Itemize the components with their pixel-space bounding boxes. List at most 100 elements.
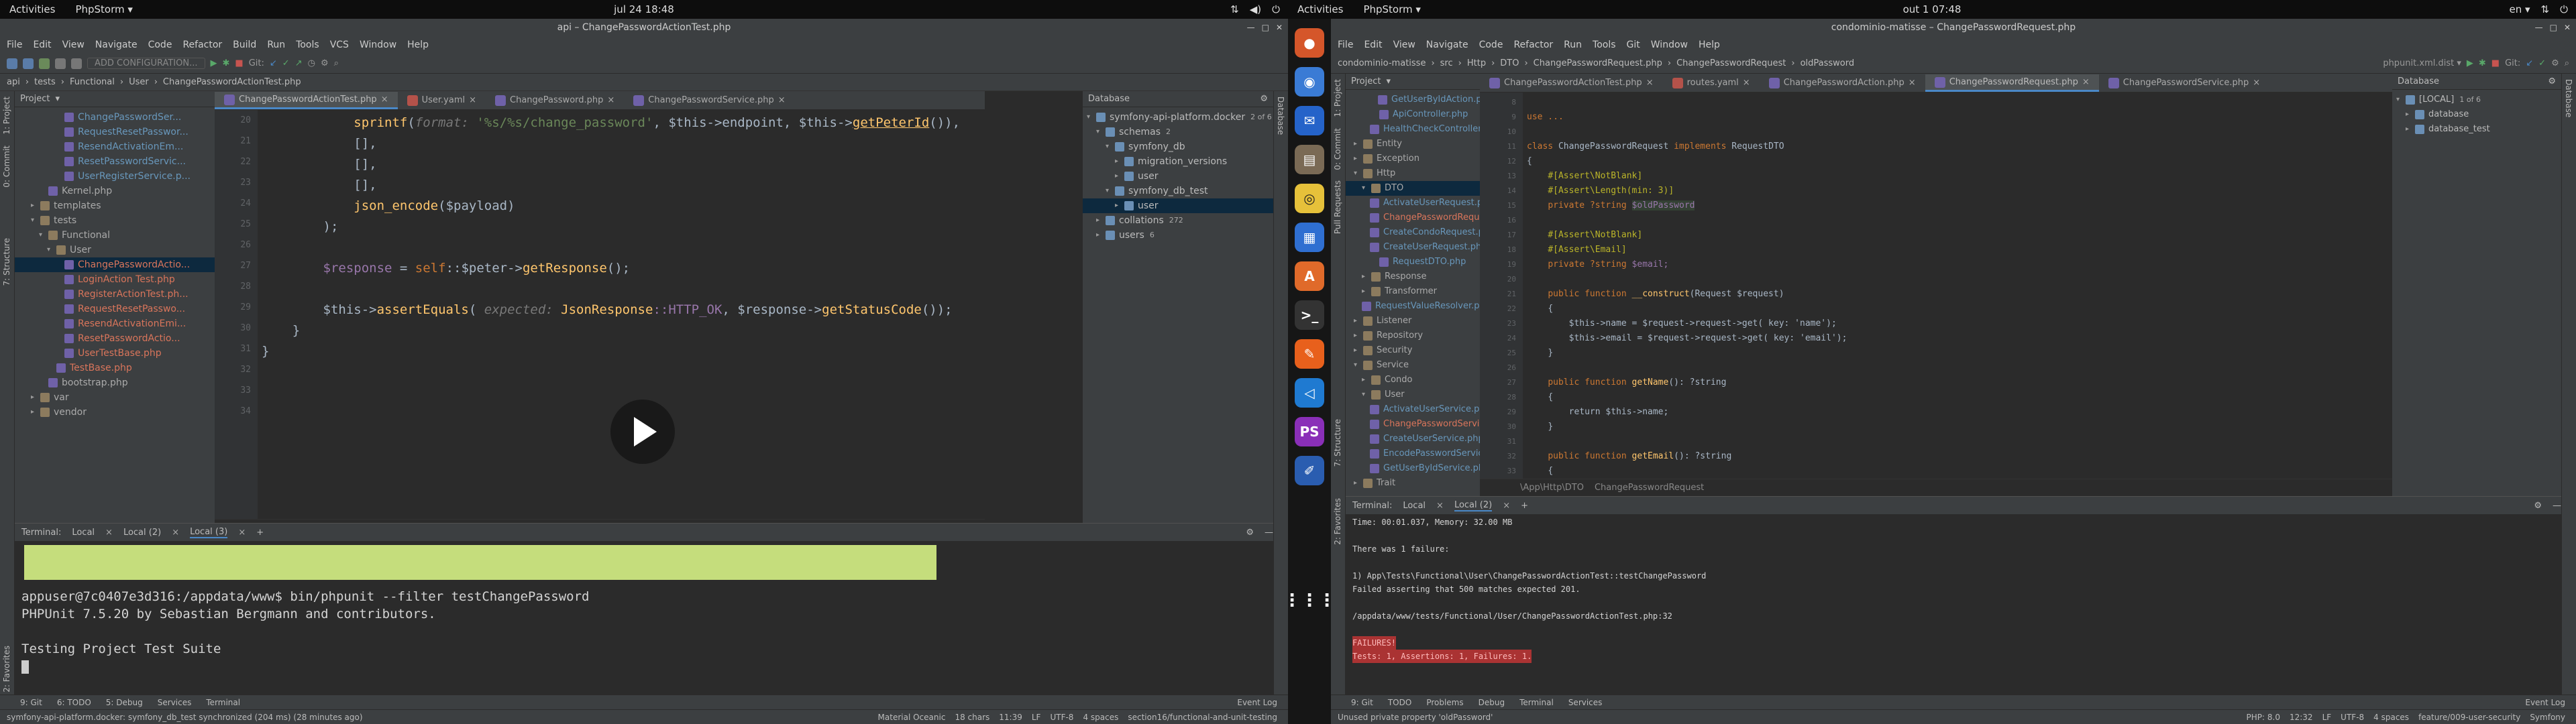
code-editor[interactable]: ChangePasswordActionTest.php × routes.yaml…: [1480, 74, 2392, 496]
clock[interactable]: out 1 07:48: [1288, 3, 2576, 15]
close-icon[interactable]: ×: [1909, 74, 1916, 92]
search-icon[interactable]: ⌕: [334, 58, 339, 68]
breadcrumb-item[interactable]: condominio-matisse: [1338, 58, 1426, 68]
menu-tools[interactable]: Tools: [1593, 40, 1616, 50]
chrome-icon[interactable]: ◉: [1295, 67, 1324, 97]
git-branch[interactable]: section16/functional-and-unit-testing: [1128, 713, 1277, 722]
menu-window[interactable]: Window: [1651, 40, 1688, 50]
chevron-right-icon[interactable]: ▸: [1354, 343, 1363, 358]
chevron-right-icon[interactable]: ▸: [1115, 154, 1124, 169]
php-version[interactable]: PHP: 8.0: [2247, 713, 2280, 722]
file-item[interactable]: EncodePasswordService.php: [1346, 446, 1480, 461]
file-item[interactable]: CreateUserService.php: [1346, 432, 1480, 446]
folder-item[interactable]: ▸ templates: [15, 198, 215, 213]
file-item[interactable]: CreateCondoRequest.php: [1346, 225, 1480, 240]
folder-item[interactable]: ▸ Listener: [1346, 314, 1480, 328]
code-area[interactable]: use ... class ChangePasswordRequest impl…: [1527, 93, 2381, 479]
encoding[interactable]: UTF-8: [1050, 713, 1073, 722]
tool-tab-debug[interactable]: Debug: [1479, 698, 1505, 707]
close-icon[interactable]: ×: [1743, 74, 1750, 92]
db-item[interactable]: ▸ migration_versions: [1083, 154, 1273, 169]
gear-icon[interactable]: ⚙: [1260, 94, 1273, 104]
back-icon[interactable]: [55, 58, 66, 69]
chevron-down-icon[interactable]: ▾: [1354, 358, 1363, 373]
project-panel-title[interactable]: Project: [1351, 76, 1381, 86]
file-item[interactable]: CreateUserRequest.php: [1346, 240, 1480, 255]
db-item[interactable]: ▾ symfony_db_test: [1083, 184, 1273, 198]
breadcrumb-item[interactable]: DTO: [1500, 58, 1519, 68]
language-selector[interactable]: en ▾: [2510, 3, 2530, 15]
indent-setting[interactable]: 4 spaces: [2373, 713, 2409, 722]
cursor-position[interactable]: 11:39: [999, 713, 1022, 722]
phpstorm-icon[interactable]: PS: [1295, 417, 1324, 446]
git-push-icon[interactable]: ↗: [295, 58, 303, 68]
terminal-output[interactable]: appuser@7c0407e3d316:/appdata/www$ bin/p…: [15, 588, 1273, 658]
menu-help[interactable]: Help: [1699, 40, 1720, 50]
file-item[interactable]: ActivateUserRequest.php: [1346, 196, 1480, 210]
editor-tab[interactable]: ChangePasswordActionTest.php ×: [1480, 74, 1663, 92]
menu-view[interactable]: View: [1393, 40, 1415, 50]
close-icon[interactable]: ×: [607, 92, 614, 109]
editor-tab[interactable]: ChangePasswordActionTest.php ×: [215, 92, 398, 109]
folder-item[interactable]: ▸ vendor: [15, 405, 215, 420]
code-editor[interactable]: ChangePasswordActionTest.php × User.yaml × C…: [215, 91, 985, 536]
activities-button[interactable]: Activities: [9, 3, 55, 15]
file-item[interactable]: ResetPasswordServic...: [15, 154, 215, 169]
chevron-down-icon[interactable]: ▾: [1362, 181, 1371, 196]
folder-item[interactable]: ▸ Entity: [1346, 137, 1480, 152]
chevron-right-icon[interactable]: ▸: [1354, 314, 1363, 328]
editor-tab[interactable]: ChangePasswordAction.php ×: [1760, 74, 1925, 92]
tool-tab-todo[interactable]: TODO: [1388, 698, 1411, 707]
close-icon[interactable]: ×: [172, 528, 179, 538]
software-icon[interactable]: A: [1295, 261, 1324, 291]
close-icon[interactable]: ✕: [2564, 19, 2571, 36]
chevron-down-icon[interactable]: ▾: [47, 243, 56, 257]
terminal-icon[interactable]: >_: [1295, 300, 1324, 330]
sync-icon[interactable]: [39, 58, 50, 69]
terminal-tab[interactable]: Local: [1403, 501, 1426, 511]
code-area[interactable]: sprintf(format: '%s/%s/change_password',…: [262, 110, 974, 519]
favorites-tool-tab[interactable]: 2: Favorites: [2, 640, 11, 698]
gear-icon[interactable]: ⚙: [2534, 501, 2542, 511]
db-item[interactable]: ▾ symfony_db: [1083, 139, 1273, 154]
menu-view[interactable]: View: [62, 40, 85, 50]
close-icon[interactable]: ×: [469, 92, 476, 109]
folder-item[interactable]: ▸ var: [15, 390, 215, 405]
breadcrumb-item[interactable]: Http: [1467, 58, 1486, 68]
close-icon[interactable]: ✕: [1276, 19, 1283, 36]
breadcrumb-item[interactable]: ChangePasswordRequest: [1676, 58, 1786, 68]
menu-refactor[interactable]: Refactor: [182, 40, 222, 50]
folder-item[interactable]: ▾ Functional: [15, 228, 215, 243]
menu-run[interactable]: Run: [1564, 40, 1582, 50]
breadcrumb-item[interactable]: oldPassword: [1801, 58, 1855, 68]
menu-tools[interactable]: Tools: [296, 40, 319, 50]
file-item[interactable]: LoginAction Test.php: [15, 272, 215, 287]
db-item[interactable]: ▸ collations 272: [1083, 213, 1273, 228]
system-tray[interactable]: en ▾ ⇅ ⏻: [2510, 3, 2569, 15]
system-tray[interactable]: ⇅ ◀) ⏻: [1230, 3, 1280, 15]
editor-tab[interactable]: User.yaml ×: [398, 92, 486, 109]
tool-tab-services[interactable]: Services: [1568, 698, 1603, 707]
folder-item[interactable]: ▾ DTO: [1346, 181, 1480, 196]
thunderbird-icon[interactable]: ✉: [1295, 106, 1324, 135]
rhythmbox-icon[interactable]: ◎: [1295, 184, 1324, 213]
chevron-right-icon[interactable]: ▸: [31, 390, 40, 405]
menu-navigate[interactable]: Navigate: [95, 40, 138, 50]
tool-tab-debug[interactable]: 5: Debug: [106, 698, 143, 707]
db-item[interactable]: ▾ [LOCAL] 1 of 6: [2392, 93, 2561, 107]
editor-icon[interactable]: ✐: [1295, 456, 1324, 485]
terminal-output[interactable]: Time: 00:01.037, Memory: 32.00 MB There …: [1346, 514, 2561, 636]
chevron-right-icon[interactable]: ▸: [1362, 373, 1371, 387]
file-item[interactable]: ResetPasswordActio...: [15, 331, 215, 346]
stop-icon[interactable]: ■: [2491, 58, 2500, 68]
file-item[interactable]: ResendActivationEm...: [15, 139, 215, 154]
breadcrumb-item[interactable]: User: [129, 77, 149, 87]
breadcrumb-item[interactable]: ChangePasswordRequest.php: [1534, 58, 1662, 68]
folder-icon[interactable]: [7, 58, 17, 69]
chevron-down-icon[interactable]: ▾: [1087, 110, 1096, 125]
forward-icon[interactable]: [71, 58, 82, 69]
clock[interactable]: jul 24 18:48: [0, 3, 1288, 15]
db-item[interactable]: ▸ database_test: [2392, 122, 2561, 137]
file-item[interactable]: GetUserByIdAction.php: [1346, 93, 1480, 107]
breadcrumb-item[interactable]: src: [1440, 58, 1453, 68]
